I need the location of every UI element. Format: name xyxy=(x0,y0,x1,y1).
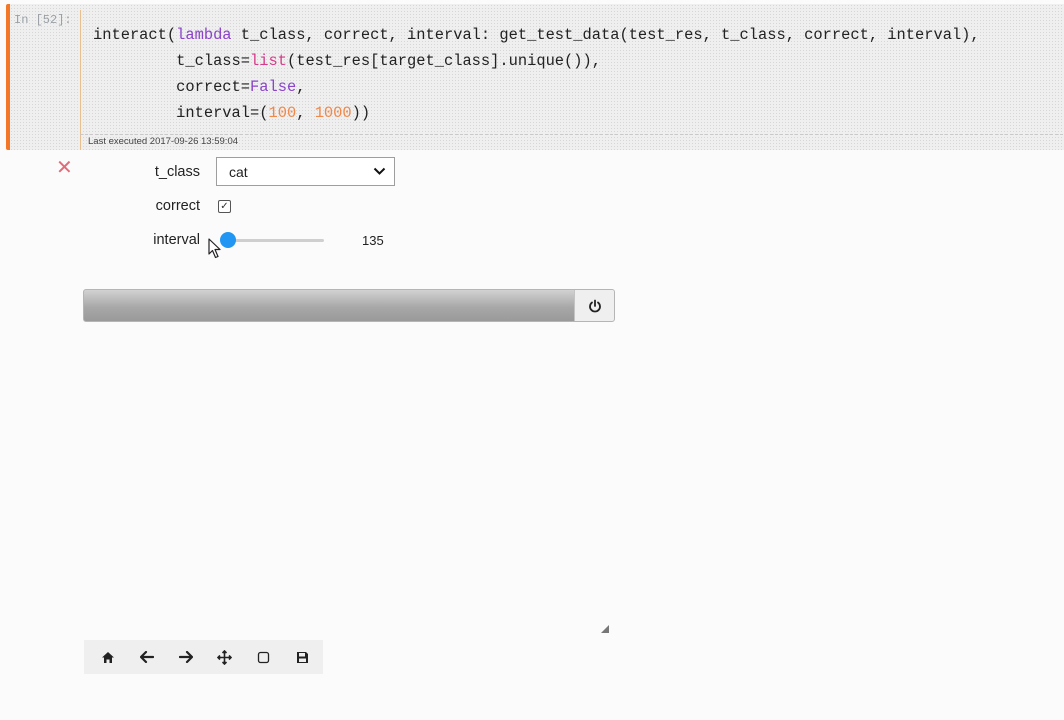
back-button[interactable] xyxy=(127,642,166,672)
close-output-icon[interactable]: ✕ xyxy=(56,158,73,178)
save-icon xyxy=(297,651,308,663)
power-button[interactable] xyxy=(574,290,614,321)
interval-slider[interactable] xyxy=(219,230,324,250)
mouse-cursor-icon xyxy=(208,238,221,259)
arrow-left-icon xyxy=(139,651,154,663)
arrow-right-icon xyxy=(178,651,193,663)
chevron-down-icon xyxy=(373,165,386,179)
move-icon xyxy=(217,649,232,665)
code-cell[interactable]: In [52]: interact(lambda t_class, correc… xyxy=(6,4,1064,150)
correct-label: correct xyxy=(155,198,200,214)
t-class-value: cat xyxy=(229,163,248,180)
figure-toolbar xyxy=(84,640,323,674)
code-text[interactable]: interact(lambda t_class, correct, interv… xyxy=(93,22,980,126)
power-icon xyxy=(588,299,601,312)
t-class-dropdown[interactable]: cat xyxy=(216,157,395,186)
slider-handle[interactable] xyxy=(219,232,236,248)
home-button[interactable] xyxy=(88,642,127,672)
t-class-label: t_class xyxy=(154,163,200,180)
t-class-row: t_class cat xyxy=(88,157,395,186)
resize-handle[interactable] xyxy=(601,625,609,633)
input-prompt: In [52]: xyxy=(14,13,72,27)
interval-row: interval 135 xyxy=(88,230,384,250)
code-editor[interactable]: interact(lambda t_class, correct, interv… xyxy=(80,10,1064,134)
correct-checkbox[interactable]: ✓ xyxy=(218,199,231,213)
last-executed-note: Last executed 2017-09-26 13:59:04 xyxy=(80,134,1064,150)
interval-label: interval xyxy=(153,232,200,248)
slider-track xyxy=(224,239,324,242)
pan-button[interactable] xyxy=(205,642,244,672)
save-button[interactable] xyxy=(283,642,322,672)
zoom-rect-icon xyxy=(257,651,270,663)
interval-readout: 135 xyxy=(362,232,384,248)
home-icon xyxy=(101,651,114,663)
zoom-rect-button[interactable] xyxy=(244,642,283,672)
correct-row: correct ✓ xyxy=(88,196,231,216)
figure-title-bar xyxy=(83,289,615,322)
forward-button[interactable] xyxy=(166,642,205,672)
